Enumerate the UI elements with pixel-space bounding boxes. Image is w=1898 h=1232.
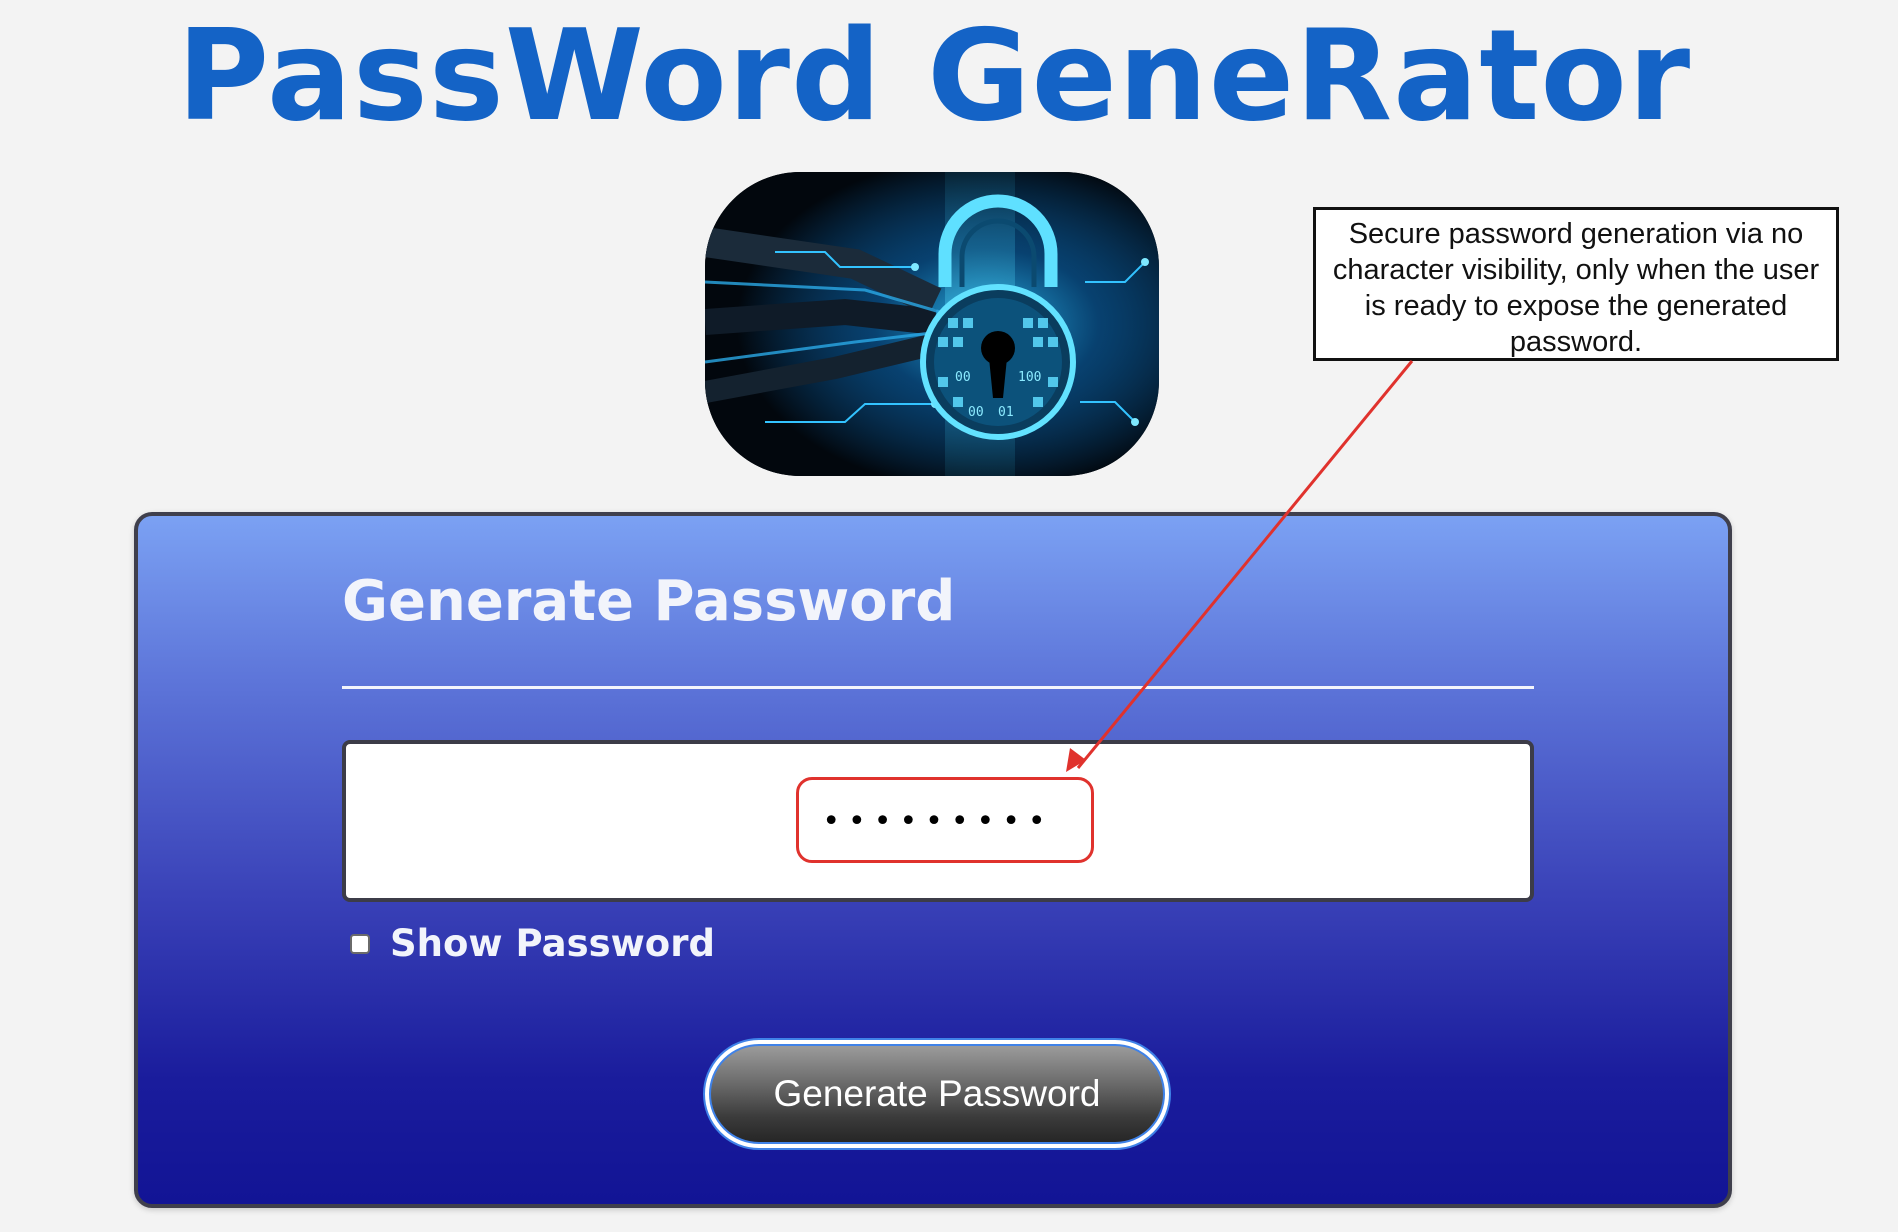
svg-text:100: 100 [1018,370,1041,385]
password-output-field[interactable]: ••••••••• [342,740,1534,902]
svg-text:00: 00 [955,370,971,385]
generate-password-button[interactable]: Generate Password [703,1038,1171,1150]
show-password-label: Show Password [390,922,715,965]
generate-password-button-label: Generate Password [709,1044,1165,1144]
svg-text:00: 00 [968,405,984,420]
svg-text:01: 01 [998,405,1014,420]
show-password-toggle[interactable]: Show Password [350,922,715,965]
panel-heading: Generate Password [342,569,956,634]
generator-panel: Generate Password ••••••••• Show Passwor… [134,512,1732,1208]
annotation-highlight-box [796,777,1094,863]
annotation-callout: Secure password generation via no charac… [1313,207,1839,361]
app-title: PassWord GeneRator [176,2,1692,149]
padlock-icon: 00 01 100 00 [705,172,1159,476]
panel-divider [342,686,1534,689]
show-password-checkbox[interactable] [350,933,370,954]
padlock-hero-image: 00 01 100 00 [705,172,1159,476]
